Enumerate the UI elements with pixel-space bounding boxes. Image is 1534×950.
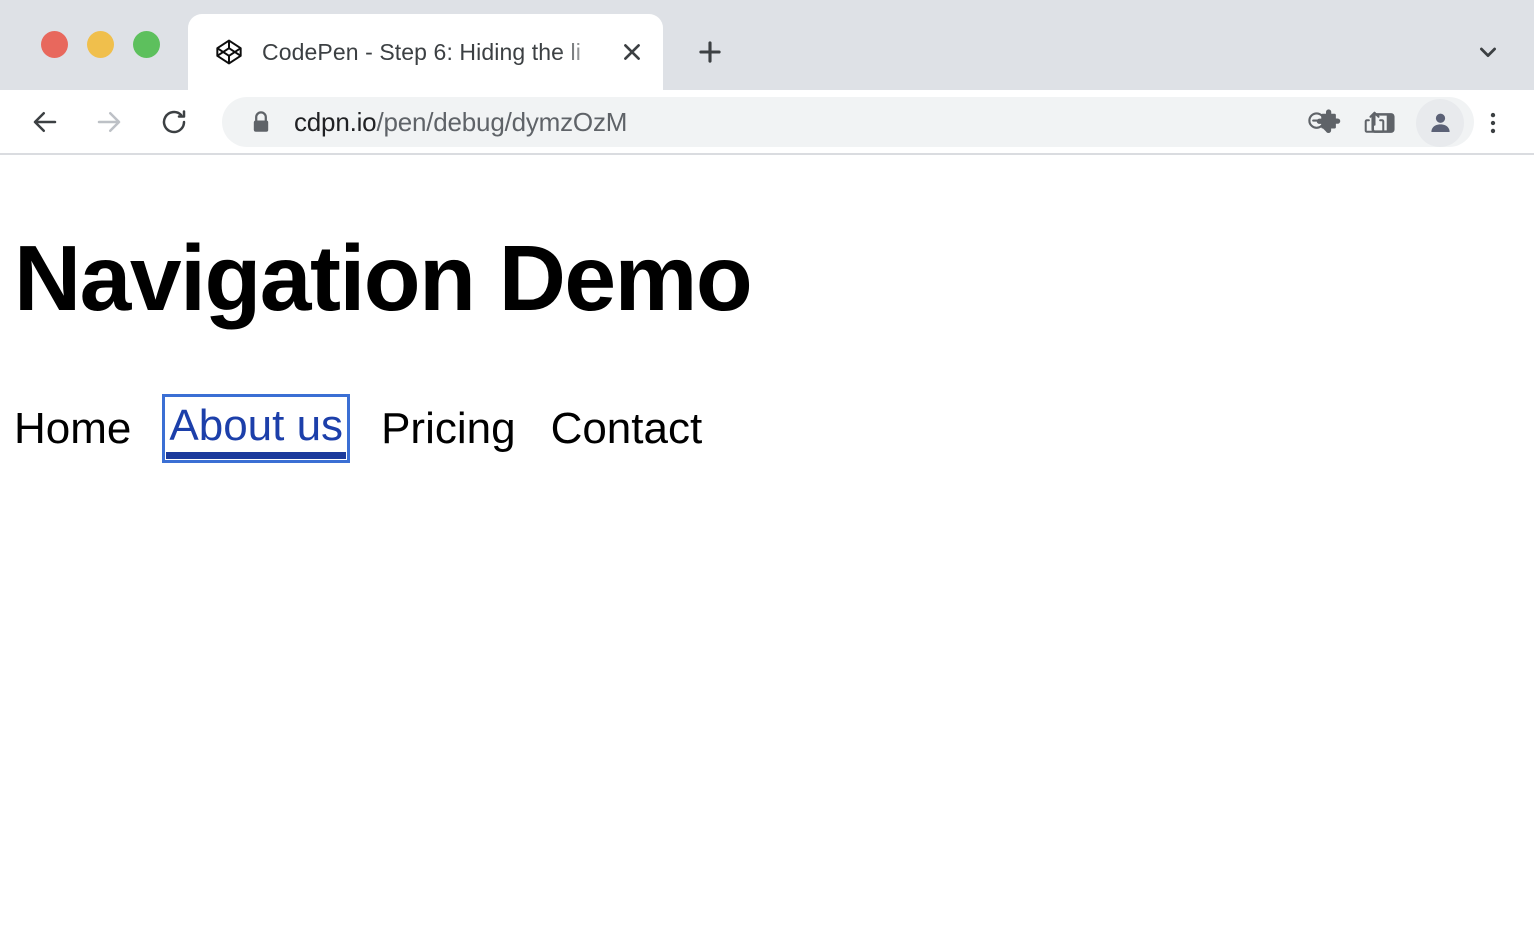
nav-link-pricing[interactable]: Pricing <box>381 401 516 457</box>
tab-strip: CodePen - Step 6: Hiding the li <box>0 0 1534 90</box>
nav-item-pricing: Pricing <box>381 401 551 457</box>
profile-avatar[interactable] <box>1416 99 1464 147</box>
window-maximize-button[interactable] <box>133 31 160 58</box>
page-viewport: Navigation Demo Home About us Pricing Co… <box>0 157 1534 950</box>
nav-link-about-us[interactable]: About us <box>166 398 346 459</box>
tab-title: CodePen - Step 6: Hiding the li <box>262 34 611 70</box>
codepen-logo-icon <box>214 37 244 67</box>
back-button[interactable] <box>21 98 69 146</box>
browser-toolbar: cdpn.io/pen/debug/dymzOzM <box>0 90 1534 155</box>
url-path: /pen/debug/dymzOzM <box>376 107 627 137</box>
window-close-button[interactable] <box>41 31 68 58</box>
nav-item-contact: Contact <box>551 401 703 457</box>
three-dot-menu-icon[interactable] <box>1470 96 1516 150</box>
nav-item-about-us: About us <box>166 398 381 459</box>
puzzle-icon[interactable] <box>1302 96 1356 150</box>
nav-link-home[interactable]: Home <box>14 401 131 457</box>
page-content: Navigation Demo Home About us Pricing Co… <box>0 232 1534 459</box>
url-host: cdpn.io <box>294 107 376 137</box>
browser-tab-active[interactable]: CodePen - Step 6: Hiding the li <box>188 14 663 90</box>
nav-item-home: Home <box>14 401 166 457</box>
tab-title-container: CodePen - Step 6: Hiding the li <box>262 34 611 70</box>
browser-window: CodePen - Step 6: Hiding the li <box>0 0 1534 950</box>
address-bar[interactable]: cdpn.io/pen/debug/dymzOzM <box>222 97 1474 147</box>
toolbar-right-actions <box>1302 90 1534 155</box>
tab-search-button[interactable] <box>1464 28 1512 76</box>
side-panel-icon[interactable] <box>1356 96 1410 150</box>
url-text: cdpn.io/pen/debug/dymzOzM <box>294 107 1290 138</box>
window-minimize-button[interactable] <box>87 31 114 58</box>
window-traffic-lights <box>41 31 160 58</box>
reload-button[interactable] <box>150 98 198 146</box>
lock-icon <box>248 109 274 135</box>
forward-button <box>85 98 133 146</box>
tab-close-button[interactable] <box>611 31 653 73</box>
site-navigation: Home About us Pricing Contact <box>14 398 1534 459</box>
nav-link-contact[interactable]: Contact <box>551 401 703 457</box>
new-tab-button[interactable] <box>686 28 734 76</box>
page-title: Navigation Demo <box>14 232 1534 325</box>
